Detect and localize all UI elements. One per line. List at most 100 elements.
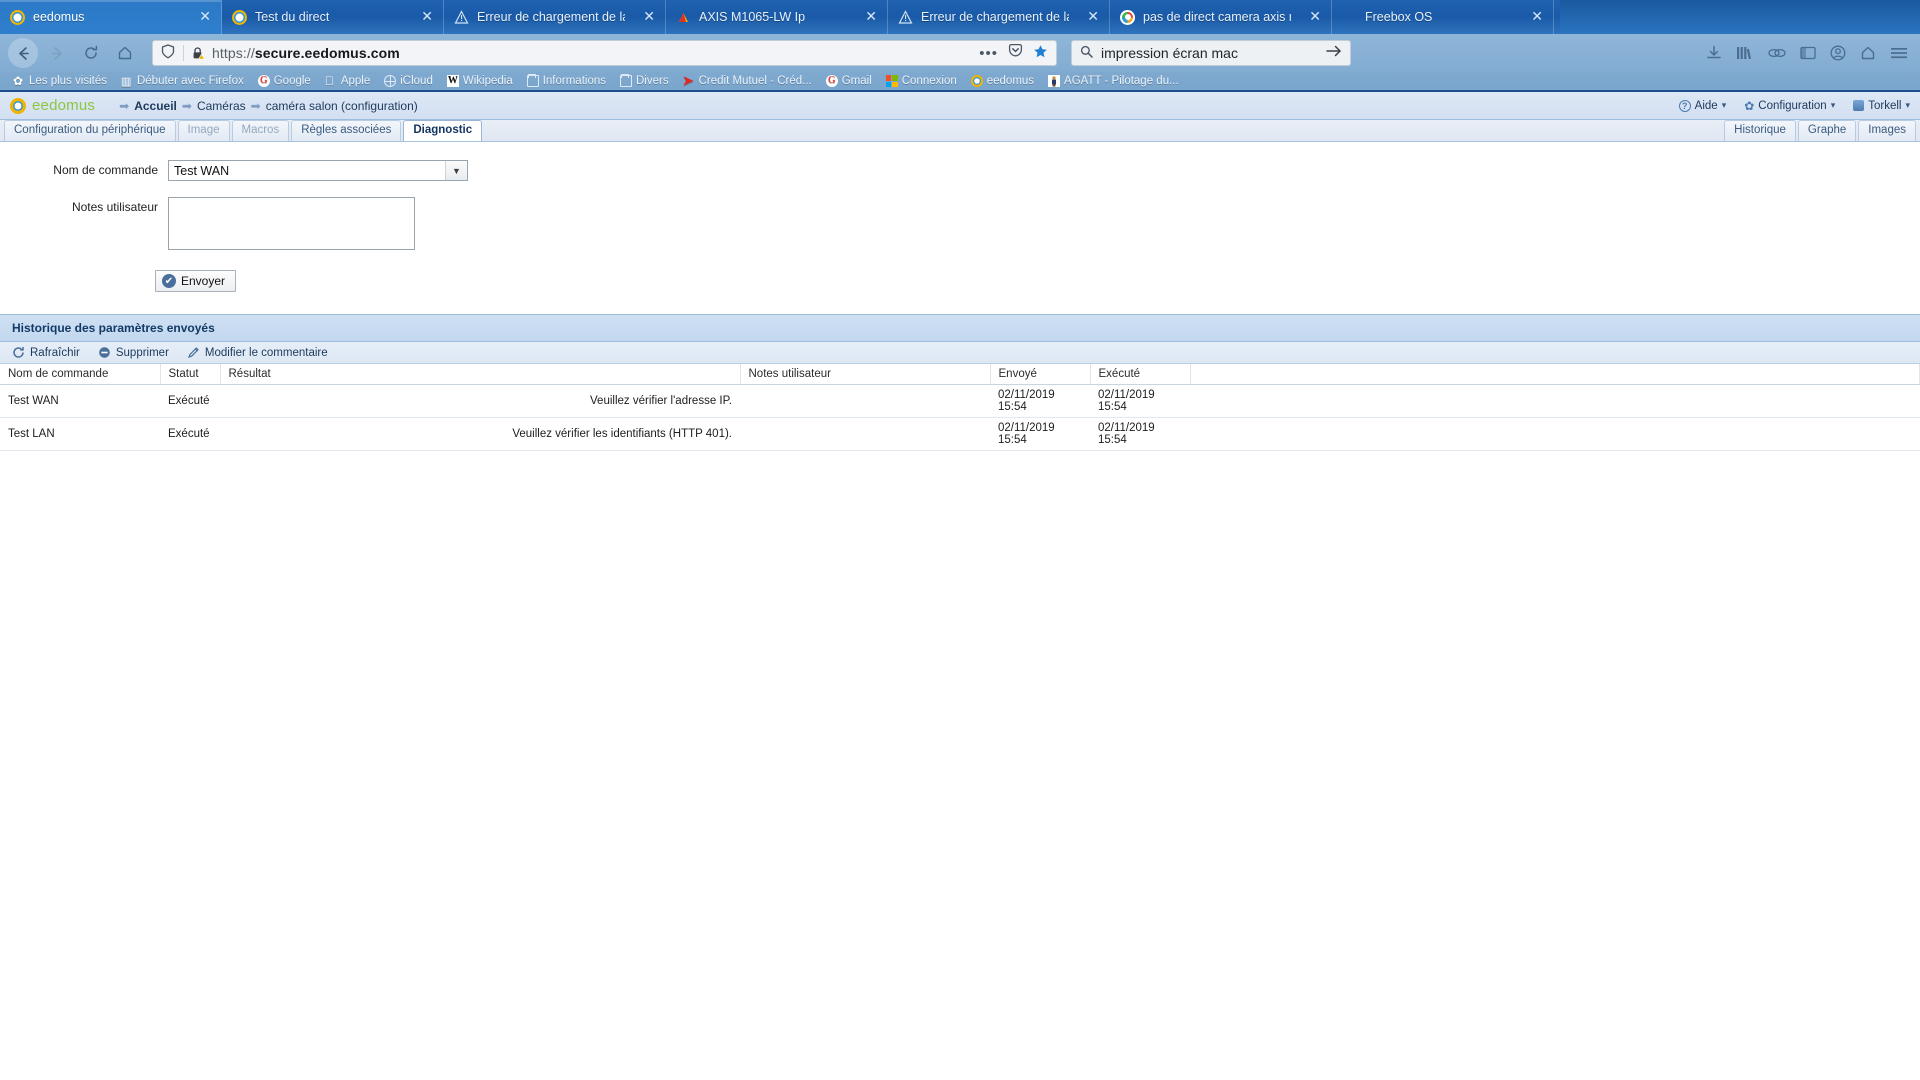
chevron-down-icon: ▾ [1830,100,1836,110]
tab-historique[interactable]: Historique [1724,120,1796,141]
user-menu[interactable]: Torkell ▾ [1853,100,1910,112]
search-icon [1080,45,1093,61]
new-tab-button[interactable]: + [1776,0,1810,34]
url-tld: .com [366,45,400,61]
tab-label: pas de direct camera axis m1054 [1143,10,1291,24]
close-icon[interactable]: ✕ [855,10,877,24]
close-icon[interactable]: ✕ [189,10,211,24]
send-button[interactable]: ✔ Envoyer [155,270,237,292]
tracking-protection-icon[interactable] [159,44,183,62]
chevron-down-icon: ▾ [1905,100,1910,110]
search-input[interactable]: impression écran mac [1101,45,1238,61]
bookmarks-bar: ✿ Les plus visités ▥ Débuter avec Firefo… [0,72,1920,92]
reload-button[interactable] [76,38,106,68]
close-icon[interactable]: ✕ [1077,10,1099,24]
bookmark-informations[interactable]: Informations [520,73,613,87]
breadcrumb-item-camera-salon[interactable]: caméra salon (configuration) [266,99,418,113]
bookmark-label: Informations [542,75,606,87]
bookmark-wikipedia[interactable]: W Wikipedia [440,75,520,87]
library-icon[interactable] [1736,45,1754,61]
tab-graphe[interactable]: Graphe [1797,120,1857,141]
bookmark-google[interactable]: G Google [251,75,318,87]
page-actions-icon[interactable]: ••• [979,45,998,62]
delete-button[interactable]: Supprimer [98,346,169,359]
tab-images[interactable]: Images [1858,120,1916,141]
sync-icon[interactable] [1768,46,1786,60]
address-bar[interactable]: https://secure.eedomus.com ••• [152,40,1057,66]
forward-button[interactable] [42,38,72,68]
edit-comment-button[interactable]: Modifier le commentaire [187,346,328,359]
browser-tab-0[interactable]: eedomus ✕ [0,0,222,34]
eedomus-icon [10,9,25,25]
user-icon [1853,100,1865,111]
bookmark-les-plus-visites[interactable]: ✿ Les plus visités [6,75,114,87]
close-icon[interactable]: ✕ [633,10,655,24]
bookmark-label: Google [273,75,311,87]
bookmark-label: Connexion [901,75,957,87]
th-status[interactable]: Statut [160,364,221,385]
th-notes[interactable]: Notes utilisateur [740,364,991,385]
tab-image[interactable]: Image [177,120,230,141]
th-result[interactable]: Résultat [220,364,741,385]
th-executed[interactable]: Exécuté [1090,364,1191,385]
th-sent[interactable]: Envoyé [990,364,1091,385]
table-row[interactable]: Test WAN Exécuté Veuillez vérifier l'adr… [0,384,1920,418]
bookmark-connexion[interactable]: Connexion [879,75,964,87]
lock-warning-icon[interactable] [184,46,212,61]
notes-input[interactable] [168,197,415,250]
app-menu-icon[interactable] [1890,46,1908,60]
account-icon[interactable] [1830,45,1846,61]
back-button[interactable] [8,38,38,68]
command-select[interactable]: Test WAN ▼ [168,160,468,181]
browser-tab-3[interactable]: AXIS M1065-LW Ip ✕ [666,0,888,34]
tab-macros[interactable]: Macros [231,120,290,141]
table-row[interactable]: Test LAN Exécuté Veuillez vérifier les i… [0,417,1920,451]
send-button-label: Envoyer [181,274,226,288]
bookmark-icloud[interactable]: iCloud [377,75,440,87]
bookmark-gmail[interactable]: G Gmail [819,75,879,87]
th-command[interactable]: Nom de commande [0,364,161,385]
close-icon[interactable]: ✕ [1521,10,1543,24]
browser-tab-2[interactable]: Erreur de chargement de la page ✕ [444,0,666,34]
tab-regles-associees[interactable]: Règles associées [291,120,402,141]
bookmark-apple[interactable]:  Apple [318,75,377,87]
search-go-icon[interactable] [1326,44,1342,62]
close-icon[interactable]: ✕ [1743,10,1765,24]
breadcrumb-item-cameras[interactable]: Caméras [197,99,246,113]
close-icon[interactable]: ✕ [411,10,433,24]
sidebar-icon[interactable] [1800,46,1816,60]
breadcrumb-item-accueil[interactable]: Accueil [134,99,177,113]
home-button[interactable] [110,38,140,68]
configuration-menu[interactable]: ✿ Configuration ▾ [1744,99,1835,113]
toolbar-right-icons [1706,45,1912,61]
tab-label: Test du direct [255,10,330,24]
app-tab-row: Configuration du périphérique Image Macr… [0,120,1920,142]
refresh-button[interactable]: Rafraîchir [12,346,80,359]
bookmark-credit-mutuel[interactable]: ➤ Credit Mutuel - Créd... [676,74,819,87]
bookmark-eedomus[interactable]: eedomus [964,75,1041,87]
close-icon[interactable]: ✕ [1299,10,1321,24]
qwant-icon [1120,9,1135,25]
bookmark-star-icon[interactable] [1033,44,1048,63]
bookmark-divers[interactable]: Divers [613,73,676,87]
bookmark-agatt[interactable]: AGATT - Pilotage du... [1041,75,1186,87]
browser-tab-5[interactable]: pas de direct camera axis m1054 ✕ [1110,0,1332,34]
browser-tab-1[interactable]: Test du direct ✕ [222,0,444,34]
tab-configuration-du-peripherique[interactable]: Configuration du périphérique [4,120,176,141]
app-logo[interactable]: eedomus [10,97,95,114]
pocket-icon[interactable] [1008,43,1023,63]
browser-tab-4[interactable]: Erreur de chargement de la page ✕ [888,0,1110,34]
browser-tab-6[interactable]: Freebox OS ✕ [1332,0,1554,34]
submit-row: ✔ Envoyer [155,270,1920,292]
bookmark-debuter-avec-firefox[interactable]: ▥ Débuter avec Firefox [114,75,251,88]
search-bar[interactable]: impression écran mac [1071,40,1351,66]
chevron-down-icon[interactable]: ▼ [445,161,467,180]
downloads-icon[interactable] [1706,45,1722,61]
help-label: Aide [1694,99,1718,112]
home-right-icon[interactable] [1860,45,1876,61]
eedomus-icon [232,9,247,25]
browser-tab-7[interactable]: Procédure à suivre pour prendre ✕ [1554,0,1776,34]
table-header-row: Nom de commande Statut Résultat Notes ut… [0,364,1920,385]
tab-diagnostic[interactable]: Diagnostic [403,120,483,141]
help-menu[interactable]: ? Aide ▾ [1678,99,1726,112]
